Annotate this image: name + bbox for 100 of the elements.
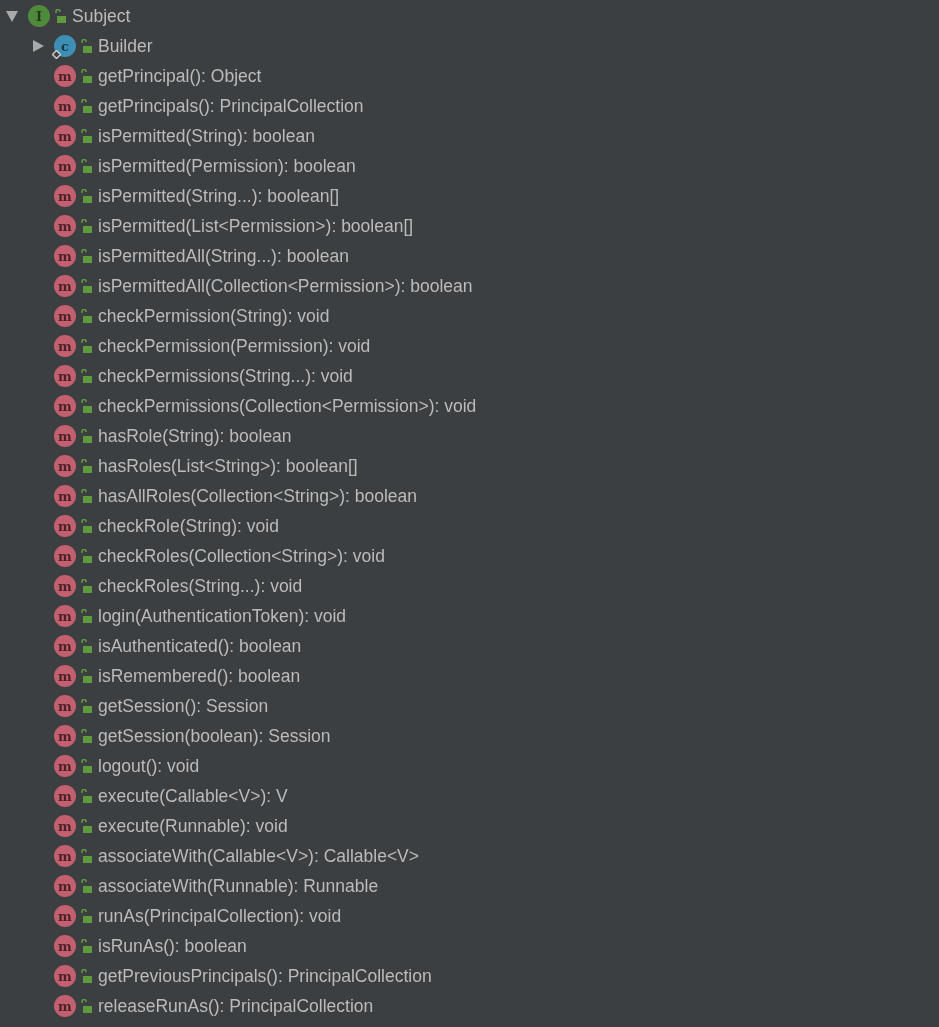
unlocked-padlock-icon [80,669,92,683]
unlocked-padlock-icon [80,159,92,173]
unlocked-padlock-icon [80,609,92,623]
tree-item-label[interactable]: login(AuthenticationToken): void [98,605,347,627]
method-icon: m [54,695,76,717]
tree-item-label[interactable]: checkPermissions(Collection<Permission>): void [98,395,477,417]
tree-item-label[interactable]: logout(): void [98,755,200,777]
interface-icon: I [28,5,50,27]
tree-item-label[interactable]: isPermittedAll(String...): boolean [98,245,349,267]
method-icon: m [54,425,76,447]
tree-item-label[interactable]: isPermitted(List<Permission>): boolean[] [98,215,414,237]
unlocked-padlock-icon [80,39,92,53]
tree-item-label[interactable]: associateWith(Runnable): Runnable [98,875,379,897]
tree-item-label[interactable]: hasRole(String): boolean [98,425,292,447]
unlocked-padlock-icon [80,849,92,863]
unlocked-padlock-icon [80,579,92,593]
unlocked-padlock-icon [80,729,92,743]
method-icon: m [54,155,76,177]
tree-item-label[interactable]: isPermitted(String): boolean [98,125,315,147]
method-icon: m [54,725,76,747]
tree-item-label[interactable]: checkPermission(String): void [98,305,330,327]
method-icon: m [54,65,76,87]
unlocked-padlock-icon [80,999,92,1013]
unlocked-padlock-icon [80,639,92,653]
collapse-arrow-icon[interactable] [6,10,18,22]
unlocked-padlock-icon [80,249,92,263]
unlocked-padlock-icon [54,9,66,23]
method-icon: m [54,305,76,327]
unlocked-padlock-icon [80,99,92,113]
tree-item-label[interactable]: releaseRunAs(): PrincipalCollection [98,995,374,1017]
unlocked-padlock-icon [80,909,92,923]
unlocked-padlock-icon [80,759,92,773]
method-icon: m [54,875,76,897]
method-icon: m [54,455,76,477]
tree-item-label[interactable]: associateWith(Callable<V>): Callable<V> [98,845,419,867]
unlocked-padlock-icon [80,219,92,233]
unlocked-padlock-icon [80,339,92,353]
tree-item-label[interactable]: isRemembered(): boolean [98,665,301,687]
unlocked-padlock-icon [80,789,92,803]
tree-item-label[interactable]: runAs(PrincipalCollection): void [98,905,342,927]
tree-item-label[interactable]: hasRoles(List<String>): boolean[] [98,455,358,477]
method-icon: m [54,215,76,237]
tree-item-label[interactable]: isRunAs(): boolean [98,935,247,957]
method-icon: m [54,515,76,537]
tree-item-label[interactable]: isPermitted(Permission): boolean [98,155,356,177]
method-icon: m [54,665,76,687]
tree-item-label[interactable]: execute(Callable<V>): V [98,785,288,807]
method-icon: m [54,755,76,777]
method-icon: m [54,365,76,387]
method-icon: m [54,845,76,867]
unlocked-padlock-icon [80,129,92,143]
tree-item-label[interactable]: checkPermission(Permission): void [98,335,371,357]
method-icon: m [54,905,76,927]
tree-item-label[interactable]: getPrincipal(): Object [98,65,262,87]
unlocked-padlock-icon [80,459,92,473]
unlocked-padlock-icon [80,189,92,203]
diamond-badge-icon [52,50,61,59]
tree-item-label[interactable]: hasAllRoles(Collection<String>): boolean [98,485,418,507]
tree-item-label[interactable]: getPrincipals(): PrincipalCollection [98,95,364,117]
method-icon: m [54,995,76,1017]
method-icon: m [54,575,76,597]
method-icon: m [54,545,76,567]
tree-item-label[interactable]: checkRoles(Collection<String>): void [98,545,385,567]
method-icon: m [54,485,76,507]
method-icon: m [54,635,76,657]
unlocked-padlock-icon [80,549,92,563]
tree-item-label[interactable]: execute(Runnable): void [98,815,288,837]
unlocked-padlock-icon [80,309,92,323]
tree-item-label[interactable]: getPreviousPrincipals(): PrincipalCollection [98,965,432,987]
unlocked-padlock-icon [80,69,92,83]
unlocked-padlock-icon [80,279,92,293]
unlocked-padlock-icon [80,939,92,953]
unlocked-padlock-icon [80,369,92,383]
tree-item-label[interactable]: checkPermissions(String...): void [98,365,353,387]
expand-arrow-icon[interactable] [32,40,44,52]
tree-item-label[interactable]: getSession(): Session [98,695,269,717]
unlocked-padlock-icon [80,399,92,413]
unlocked-padlock-icon [80,489,92,503]
tree-item-label[interactable]: Builder [98,35,153,57]
tree-item-label[interactable]: getSession(boolean): Session [98,725,331,747]
method-icon: m [54,275,76,297]
unlocked-padlock-icon [80,519,92,533]
tree-item-label[interactable]: Subject [72,5,131,27]
unlocked-padlock-icon [80,969,92,983]
tree-item-label[interactable]: isAuthenticated(): boolean [98,635,302,657]
method-icon: m [54,125,76,147]
method-icon: m [54,335,76,357]
method-icon: m [54,245,76,267]
unlocked-padlock-icon [80,819,92,833]
tree-item-label[interactable]: isPermitted(String...): boolean[] [98,185,340,207]
class-icon: c [54,35,76,57]
tree-item-label[interactable]: checkRoles(String...): void [98,575,303,597]
tree-item-label[interactable]: checkRole(String): void [98,515,279,537]
method-icon: m [54,965,76,987]
method-icon: m [54,605,76,627]
method-icon: m [54,785,76,807]
method-icon: m [54,815,76,837]
unlocked-padlock-icon [80,699,92,713]
tree-item-label[interactable]: isPermittedAll(Collection<Permission>): boolean [98,275,473,297]
unlocked-padlock-icon [80,429,92,443]
